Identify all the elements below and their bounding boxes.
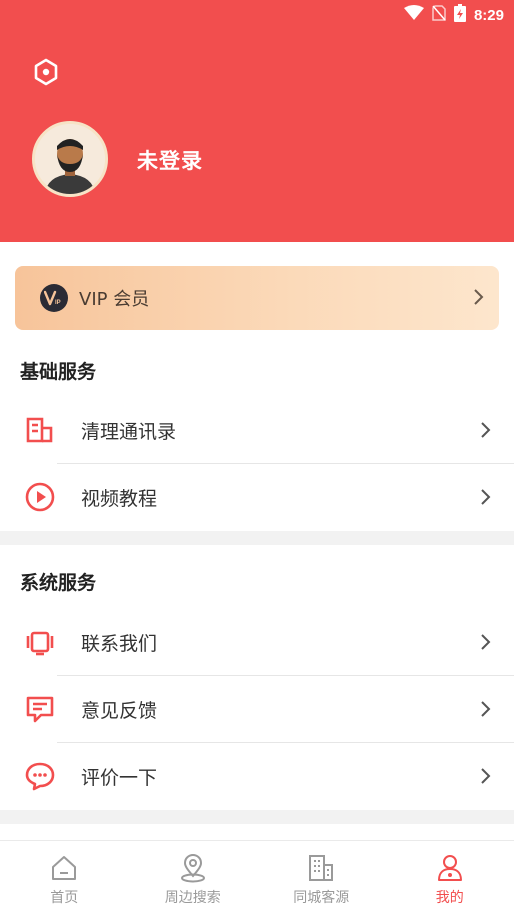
section-gap xyxy=(0,531,514,545)
home-icon xyxy=(49,853,79,883)
menu-item-label: 评价一下 xyxy=(81,766,158,789)
menu-item-label: 清理通讯录 xyxy=(81,420,177,443)
wifi-icon xyxy=(403,5,424,25)
status-bar: 8:29 xyxy=(403,4,504,26)
menu-item-label: 联系我们 xyxy=(81,632,158,655)
location-pin-icon xyxy=(178,853,208,883)
menu-item-label: 视频教程 xyxy=(81,487,158,510)
vip-membership-banner[interactable]: IP VIP 会员 xyxy=(15,266,499,330)
screen: 8:29 未登录 IP VIP 会员 基础服务 清理通讯录 视频教程 系统服务 … xyxy=(0,0,514,913)
phone-icon xyxy=(24,626,56,658)
tab-mine[interactable]: 我的 xyxy=(386,841,514,913)
tab-nearby-search[interactable]: 周边搜索 xyxy=(129,841,258,913)
bottom-tab-bar: 首页 周边搜索 同城客源 我的 xyxy=(0,840,514,913)
settings-hexagon-icon xyxy=(34,58,58,86)
chevron-right-icon xyxy=(473,288,485,310)
section-title-basic-services: 基础服务 xyxy=(20,361,97,383)
menu-item-rate-us[interactable]: 评价一下 xyxy=(0,743,514,809)
menu-item-clean-contacts[interactable]: 清理通讯录 xyxy=(0,397,514,463)
chevron-right-icon xyxy=(480,421,492,443)
section-gap xyxy=(0,810,514,824)
chevron-right-icon xyxy=(480,700,492,722)
menu-item-video-tutorial[interactable]: 视频教程 xyxy=(0,464,514,530)
no-sim-icon xyxy=(432,5,446,25)
tab-home[interactable]: 首页 xyxy=(0,841,129,913)
svg-text:IP: IP xyxy=(55,300,61,306)
menu-item-label: 意见反馈 xyxy=(81,699,158,722)
chevron-right-icon xyxy=(480,488,492,510)
tab-local-customers[interactable]: 同城客源 xyxy=(257,841,386,913)
user-icon xyxy=(435,853,465,883)
menu-item-contact-us[interactable]: 联系我们 xyxy=(0,609,514,675)
menu-item-feedback[interactable]: 意见反馈 xyxy=(0,676,514,742)
tab-label: 首页 xyxy=(50,890,79,906)
vip-label: VIP 会员 xyxy=(79,289,150,310)
battery-charging-icon xyxy=(453,4,466,26)
tab-label: 周边搜索 xyxy=(164,890,221,906)
avatar-person-icon xyxy=(35,124,105,194)
avatar[interactable] xyxy=(32,121,108,197)
chevron-right-icon xyxy=(480,633,492,655)
tab-label: 同城客源 xyxy=(293,890,350,906)
contacts-clean-icon xyxy=(24,414,56,446)
clock-time: 8:29 xyxy=(473,6,504,24)
chat-bubble-icon xyxy=(24,760,56,792)
profile-header: 8:29 未登录 xyxy=(0,0,514,242)
feedback-icon xyxy=(24,693,56,725)
section-title-system-services: 系统服务 xyxy=(20,572,97,594)
building-icon xyxy=(306,853,336,883)
settings-button[interactable] xyxy=(30,56,62,88)
chevron-right-icon xyxy=(480,767,492,789)
vip-badge-icon: IP xyxy=(40,284,68,312)
username-label[interactable]: 未登录 xyxy=(137,145,203,175)
play-icon xyxy=(24,481,56,513)
tab-label: 我的 xyxy=(435,890,464,906)
